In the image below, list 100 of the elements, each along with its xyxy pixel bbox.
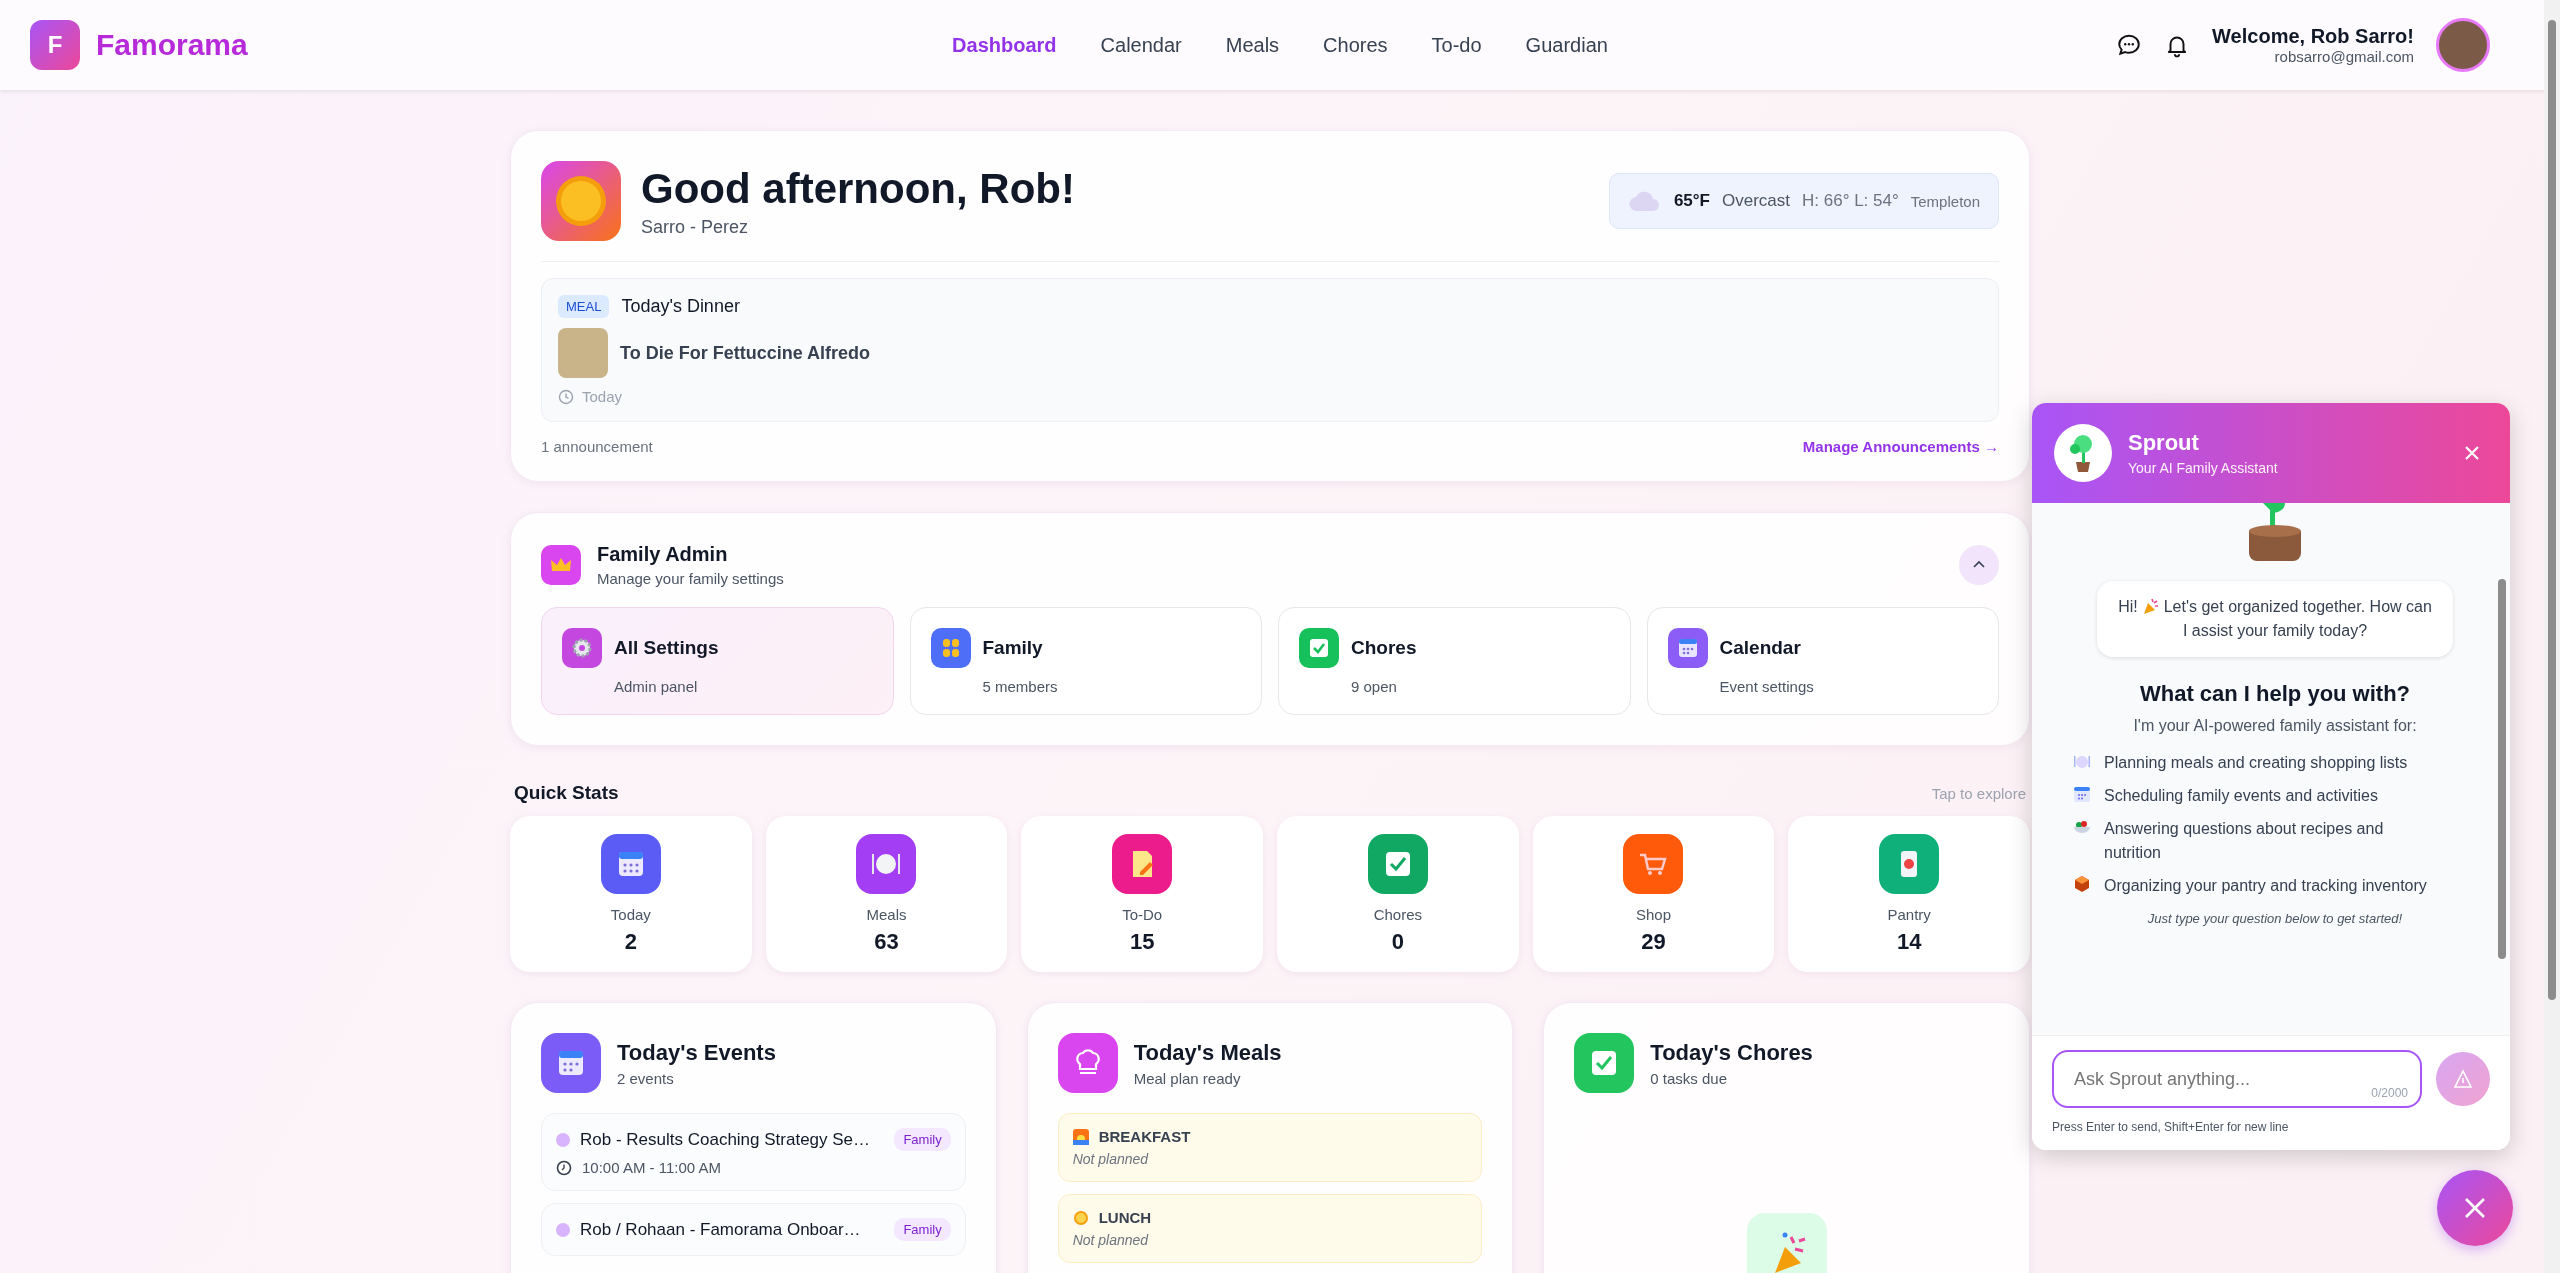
event-dot <box>556 1222 570 1237</box>
nav-link[interactable]: Chores <box>1323 33 1388 57</box>
nav-link[interactable]: Calendar <box>1100 33 1182 57</box>
temperature-range: H: 66° L: 54° <box>1802 191 1899 211</box>
meal-name: To Die For Fettuccine Alfredo <box>620 342 870 364</box>
nav-link[interactable]: Guardian <box>1525 33 1608 57</box>
stat-value: 0 <box>1391 928 1404 955</box>
event-title: Rob - Results Coaching Strategy Se… <box>580 1129 872 1150</box>
meal-slot[interactable]: LUNCH Not planned <box>1057 1194 1483 1263</box>
stat-value: 14 <box>1896 928 1922 955</box>
tile-subtitle: Admin panel <box>614 678 699 695</box>
stat-label: Shop <box>1635 905 1671 923</box>
settings-tile[interactable]: All Settings Admin panel <box>541 607 894 715</box>
stat-card[interactable]: Today 2 <box>510 816 752 972</box>
clock-icon <box>556 1159 572 1176</box>
tile-subtitle: 9 open <box>1351 678 1398 695</box>
stat-value: 63 <box>874 928 899 955</box>
help-heading: What can I help you with? <box>2139 681 2411 707</box>
event-item[interactable]: Rob - Results Coaching Strategy Se… Family 10:00 AM - 11:00 AM <box>541 1113 966 1191</box>
crown-icon <box>541 545 581 585</box>
nav-link[interactable]: To-do <box>1431 33 1482 57</box>
event-tag: Family <box>894 1218 951 1241</box>
tile-title: Chores <box>1351 637 1417 659</box>
hint-text: Tap to explore <box>1931 784 2026 802</box>
warning-triangle-icon <box>2452 1068 2474 1090</box>
chef-hat-icon <box>1057 1033 1118 1093</box>
clock-icon <box>558 388 574 405</box>
card-subtitle: 2 events <box>617 1069 675 1087</box>
meal-label: LUNCH <box>1098 1209 1152 1226</box>
app-logo[interactable]: F <box>30 20 80 70</box>
send-button[interactable] <box>2436 1052 2490 1106</box>
weather-location: Templeton <box>1910 192 1980 210</box>
section-title: Quick Stats <box>514 782 619 804</box>
calendar-icon <box>2072 784 2092 805</box>
stat-card[interactable]: To-Do 15 <box>1021 816 1263 972</box>
event-title: Rob / Rohaan - Famorama Onboar… <box>580 1219 862 1240</box>
meal-slot[interactable]: BREAKFAST Not planned <box>1057 1113 1483 1182</box>
plant-avatar-icon <box>2054 424 2112 482</box>
announcement-title: Today's Dinner <box>621 296 740 317</box>
chat-bubble-icon[interactable] <box>2116 32 2143 58</box>
event-time: 10:00 AM - 11:00 AM <box>582 1159 721 1176</box>
event-item[interactable]: Rob / Rohaan - Famorama Onboar… Family <box>541 1203 966 1256</box>
stat-card[interactable]: Shop 29 <box>1532 816 1775 972</box>
announcement-count: 1 announcement <box>541 438 653 455</box>
close-chat-button[interactable] <box>2437 1170 2513 1246</box>
event-tag: Family <box>894 1128 951 1151</box>
stat-value: 29 <box>1641 928 1666 955</box>
photo-placeholder <box>558 328 608 378</box>
card-subtitle: Meal plan ready <box>1133 1069 1242 1087</box>
feature-text: Answering questions about recipes and nutrition <box>2104 819 2385 863</box>
card-subtitle: 0 tasks due <box>1650 1069 1729 1087</box>
message-text: Let's get organized together. How can I assist your family today? <box>2163 598 2432 639</box>
stat-value: 15 <box>1129 928 1155 955</box>
stat-value: 2 <box>624 928 637 955</box>
feature-text: Organizing your pantry and tracking inventory <box>2104 875 2428 896</box>
stat-label: Meals <box>866 905 907 923</box>
nav-link[interactable]: Dashboard <box>952 33 1057 57</box>
stat-card[interactable]: Meals 63 <box>765 816 1008 972</box>
card-title: Today's Meals <box>1133 1039 1283 1066</box>
meal-label: BREAKFAST <box>1098 1128 1191 1145</box>
meal-tag: MEAL <box>558 295 610 318</box>
stat-label: Pantry <box>1887 905 1931 923</box>
tile-title: All Settings <box>614 637 719 659</box>
welcome-text: Welcome, Rob Sarro! <box>2212 25 2414 48</box>
assistant-name: Sprout <box>2128 430 2200 456</box>
announcement-card[interactable]: MEAL Today's Dinner To Die For Fettuccine Alfredo Today <box>541 278 1999 422</box>
card-title: Today's Events <box>617 1039 777 1066</box>
calendar-icon <box>541 1033 601 1093</box>
family-name: Sarro - Perez <box>641 216 750 238</box>
section-title: Family Admin <box>597 543 729 566</box>
nav-link[interactable]: Meals <box>1225 33 1280 57</box>
tile-title: Calendar <box>1719 637 1801 659</box>
manage-announcements-link[interactable]: Manage Announcements → <box>1802 438 1999 455</box>
sun-icon <box>1072 1209 1089 1226</box>
card-title: Today's Chores <box>1650 1039 1814 1066</box>
party-popper-icon <box>1746 1213 1827 1273</box>
stat-card[interactable]: Pantry 14 <box>1788 816 2030 972</box>
character-counter: 0/2000 <box>2371 1086 2408 1100</box>
temperature: 65°F <box>1673 191 1710 211</box>
settings-tile[interactable]: Family 5 members <box>909 607 1262 715</box>
stat-label: Chores <box>1373 905 1422 923</box>
announcement-date: Today <box>582 388 623 405</box>
tile-subtitle: Event settings <box>1719 678 1815 695</box>
sunrise-icon <box>1072 1128 1089 1145</box>
cloud-icon <box>1627 190 1662 212</box>
stat-card[interactable]: Chores 0 <box>1277 816 1519 972</box>
keyboard-hint: Press Enter to send, Shift+Enter for new line <box>2052 1120 2290 1134</box>
feature-text: Planning meals and creating shopping lists <box>2104 753 2409 773</box>
user-avatar[interactable] <box>2436 18 2490 72</box>
checkbox-icon <box>1574 1033 1635 1093</box>
app-name[interactable]: Famorama <box>96 28 248 62</box>
page-scrollbar[interactable] <box>2544 0 2560 1273</box>
settings-tile[interactable]: Calendar Event settings <box>1646 607 1999 715</box>
sun-icon <box>541 161 621 241</box>
stat-label: Today <box>610 905 651 923</box>
weather-condition: Overcast <box>1722 191 1790 211</box>
hint-text: Just type your question below to get started! <box>2147 910 2403 926</box>
settings-tile[interactable]: Chores 9 open <box>1278 607 1631 715</box>
tile-title: Family <box>982 637 1043 659</box>
user-email: robsarro@gmail.com <box>2274 48 2414 65</box>
